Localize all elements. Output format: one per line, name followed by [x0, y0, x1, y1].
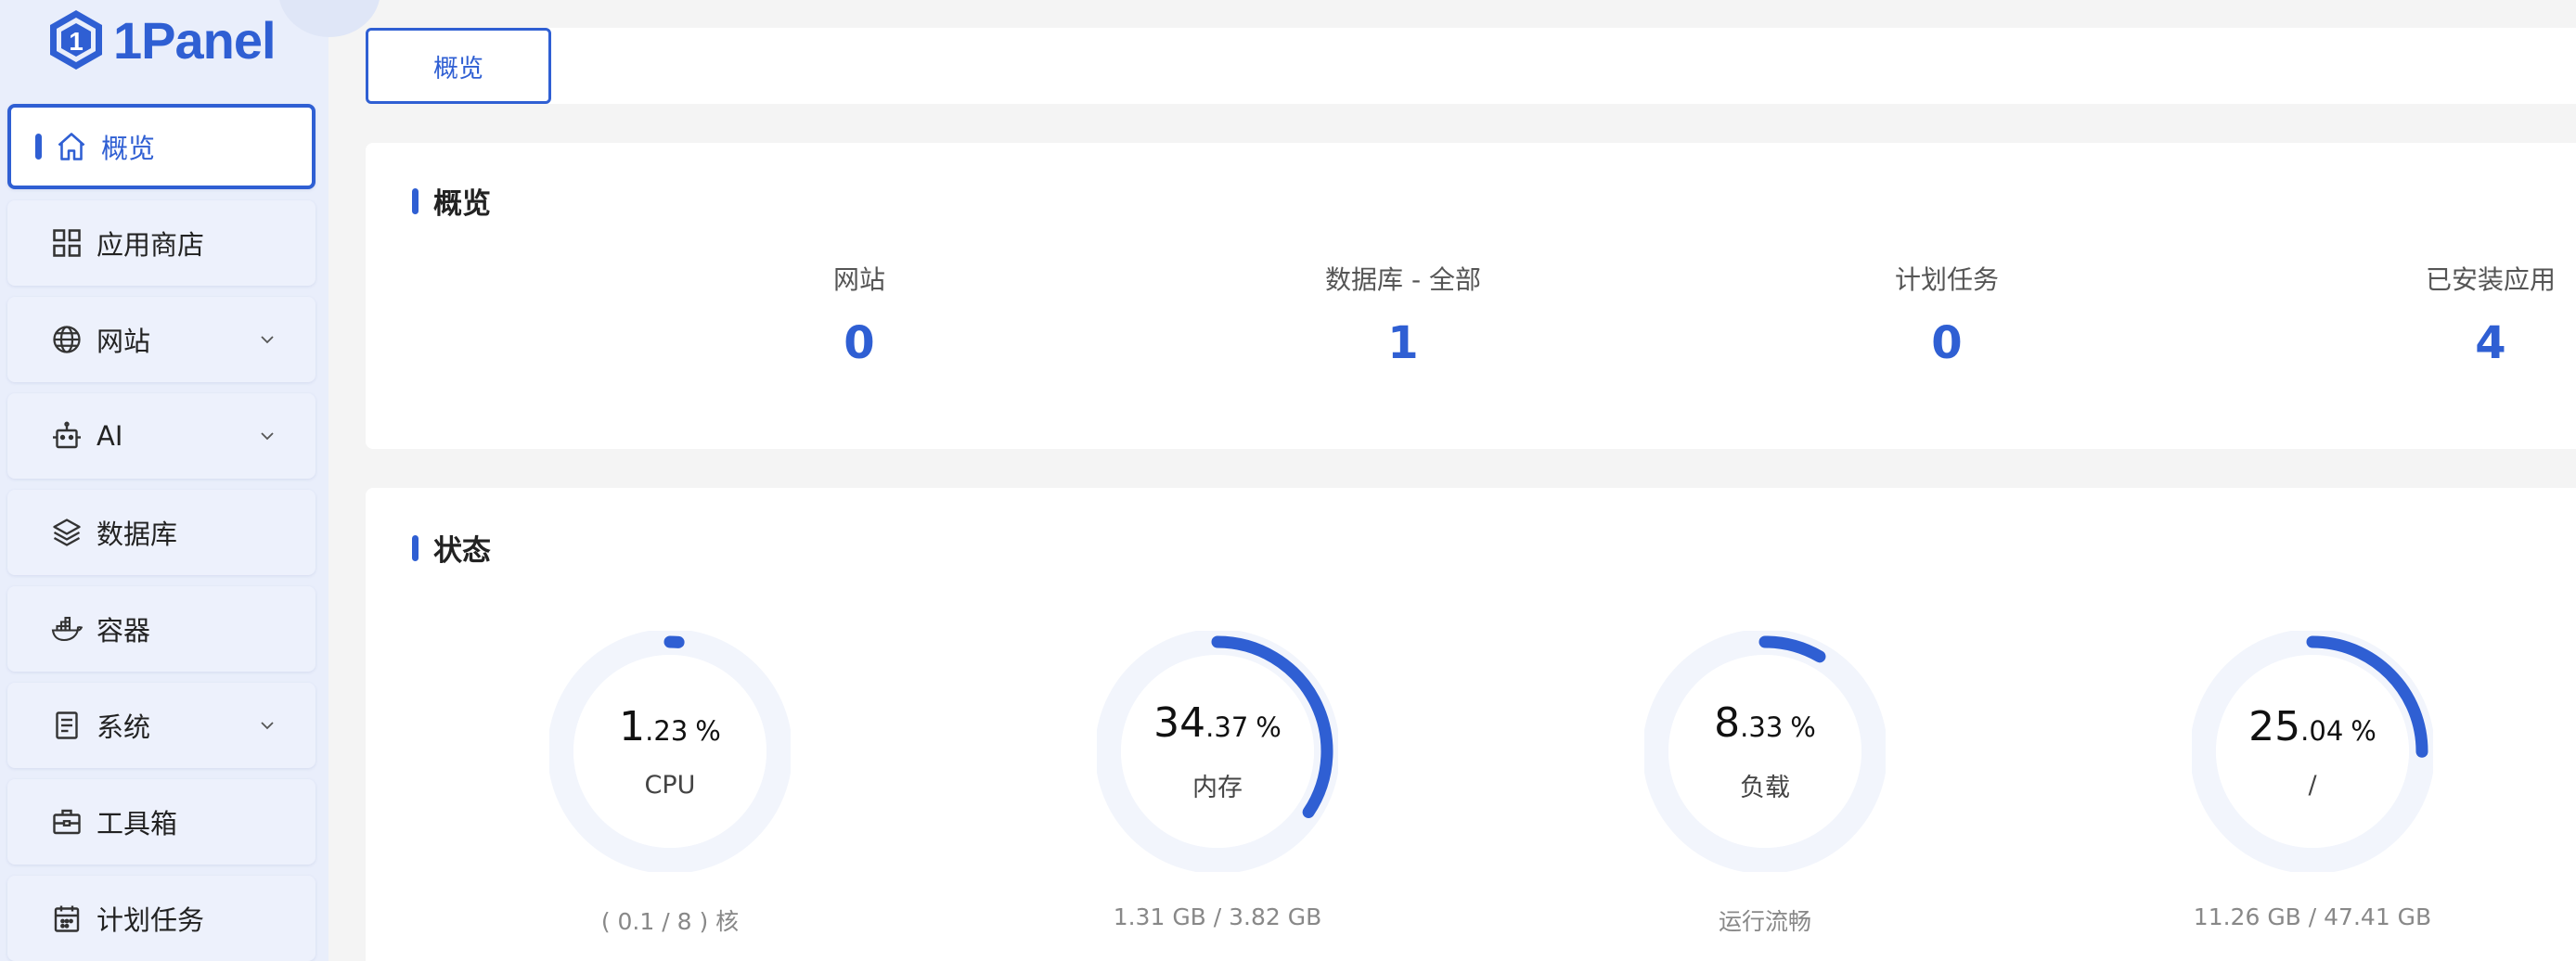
stat-value: 1: [1387, 317, 1419, 369]
stat-label: 数据库 - 全部: [1325, 264, 1481, 295]
sidebar-item-cronjob[interactable]: 计划任务: [7, 876, 316, 961]
logo-hex-icon: 1: [50, 10, 102, 70]
stat-label: 计划任务: [1894, 264, 1999, 295]
sidebar-item-label: AI: [97, 420, 123, 452]
gauge-value: 34.37%: [1153, 699, 1282, 747]
sidebar-item-label: 数据库: [97, 519, 178, 550]
stat-label: 已安装应用: [2425, 264, 2556, 295]
tab-overview[interactable]: 概览: [366, 28, 551, 104]
toolbox-icon: [50, 805, 84, 839]
active-indicator: [35, 134, 42, 160]
gauge-name: CPU: [644, 771, 696, 800]
home-icon: [55, 130, 88, 163]
memory-detail: 1.31 GB / 3.82 GB: [1113, 903, 1322, 930]
stat-installed-apps[interactable]: 已安装应用 4: [2305, 260, 2576, 369]
load-gauge[interactable]: 8.33% 负载: [1642, 629, 1887, 874]
sidebar-item-toolbox[interactable]: 工具箱: [7, 779, 316, 865]
gauge-value: 1.23%: [619, 703, 721, 750]
sidebar-item-label: 系统: [97, 711, 151, 743]
gauge-value: 8.33%: [1714, 699, 1816, 747]
sidebar-item-app-store[interactable]: 应用商店: [7, 200, 316, 286]
title-indicator: [412, 534, 419, 561]
stat-cronjobs[interactable]: 计划任务 0: [1761, 260, 2132, 369]
stat-value: 0: [1931, 317, 1963, 369]
status-card: 状态 1.23% CPU ( 0.1 / 8 ) 核 34.37% 内存 1.3…: [366, 488, 2576, 961]
gauge-name: /: [2308, 771, 2317, 800]
layers-icon: [50, 516, 84, 549]
stat-label: 网站: [832, 264, 885, 295]
title-indicator: [412, 187, 419, 214]
disk-detail: 11.26 GB / 47.41 GB: [2193, 903, 2432, 930]
svg-text:1: 1: [69, 27, 84, 56]
grid-icon: [50, 226, 84, 260]
stat-websites[interactable]: 网站 0: [674, 260, 1045, 369]
sidebar-item-container[interactable]: 容器: [7, 586, 316, 672]
status-title: 状态: [412, 527, 491, 569]
sidebar-item-label: 应用商店: [97, 229, 205, 261]
cpu-gauge[interactable]: 1.23% CPU: [547, 629, 792, 874]
stat-databases[interactable]: 数据库 - 全部 1: [1217, 260, 1589, 369]
sidebar-item-label: 概览: [101, 133, 156, 164]
brand-name: 1Panel: [113, 10, 277, 70]
cpu-cores-detail: ( 0.1 / 8 ) 核: [600, 908, 740, 935]
overview-card: 概览 网站 0 数据库 - 全部 1 计划任务 0 已安装应用 4: [366, 143, 2576, 449]
chevron-down-icon: [261, 336, 274, 344]
memory-gauge[interactable]: 34.37% 内存: [1095, 629, 1340, 874]
globe-icon: [50, 323, 84, 356]
card-title-text: 概览: [433, 187, 491, 221]
sidebar-item-overview[interactable]: 概览: [7, 104, 316, 189]
disk-gauge[interactable]: 25.04% /: [2190, 629, 2435, 874]
stat-value: 4: [2475, 317, 2506, 369]
overview-title: 概览: [412, 180, 491, 222]
brand-logo[interactable]: 1 1Panel: [46, 7, 277, 72]
chevron-down-icon: [261, 432, 274, 441]
card-title-text: 状态: [433, 534, 491, 568]
load-detail: 运行流畅: [1718, 908, 1811, 935]
sidebar-item-label: 工具箱: [97, 808, 178, 839]
sidebar: 1 1Panel 概览 应用商店 网站 AI 数据库 容器 系统 工具箱 计划任…: [0, 0, 380, 961]
sidebar-item-label: 网站: [97, 326, 151, 357]
gauge-value: 25.04%: [2248, 703, 2376, 750]
sidebar-item-website[interactable]: 网站: [7, 297, 316, 382]
gauge-name: 负载: [1740, 774, 1790, 802]
gauge-name: 内存: [1192, 774, 1243, 802]
robot-icon: [50, 419, 84, 453]
stat-value: 0: [844, 317, 875, 369]
sidebar-item-ai[interactable]: AI: [7, 393, 316, 479]
sidebar-item-label: 计划任务: [97, 904, 205, 936]
tab-bar: [366, 28, 2576, 104]
server-icon: [50, 709, 84, 742]
docker-icon: [50, 612, 84, 646]
sidebar-item-system[interactable]: 系统: [7, 683, 316, 768]
sidebar-item-database[interactable]: 数据库: [7, 490, 316, 575]
chevron-down-icon: [261, 722, 274, 730]
calendar-icon: [50, 902, 84, 935]
sidebar-item-label: 容器: [97, 615, 151, 647]
